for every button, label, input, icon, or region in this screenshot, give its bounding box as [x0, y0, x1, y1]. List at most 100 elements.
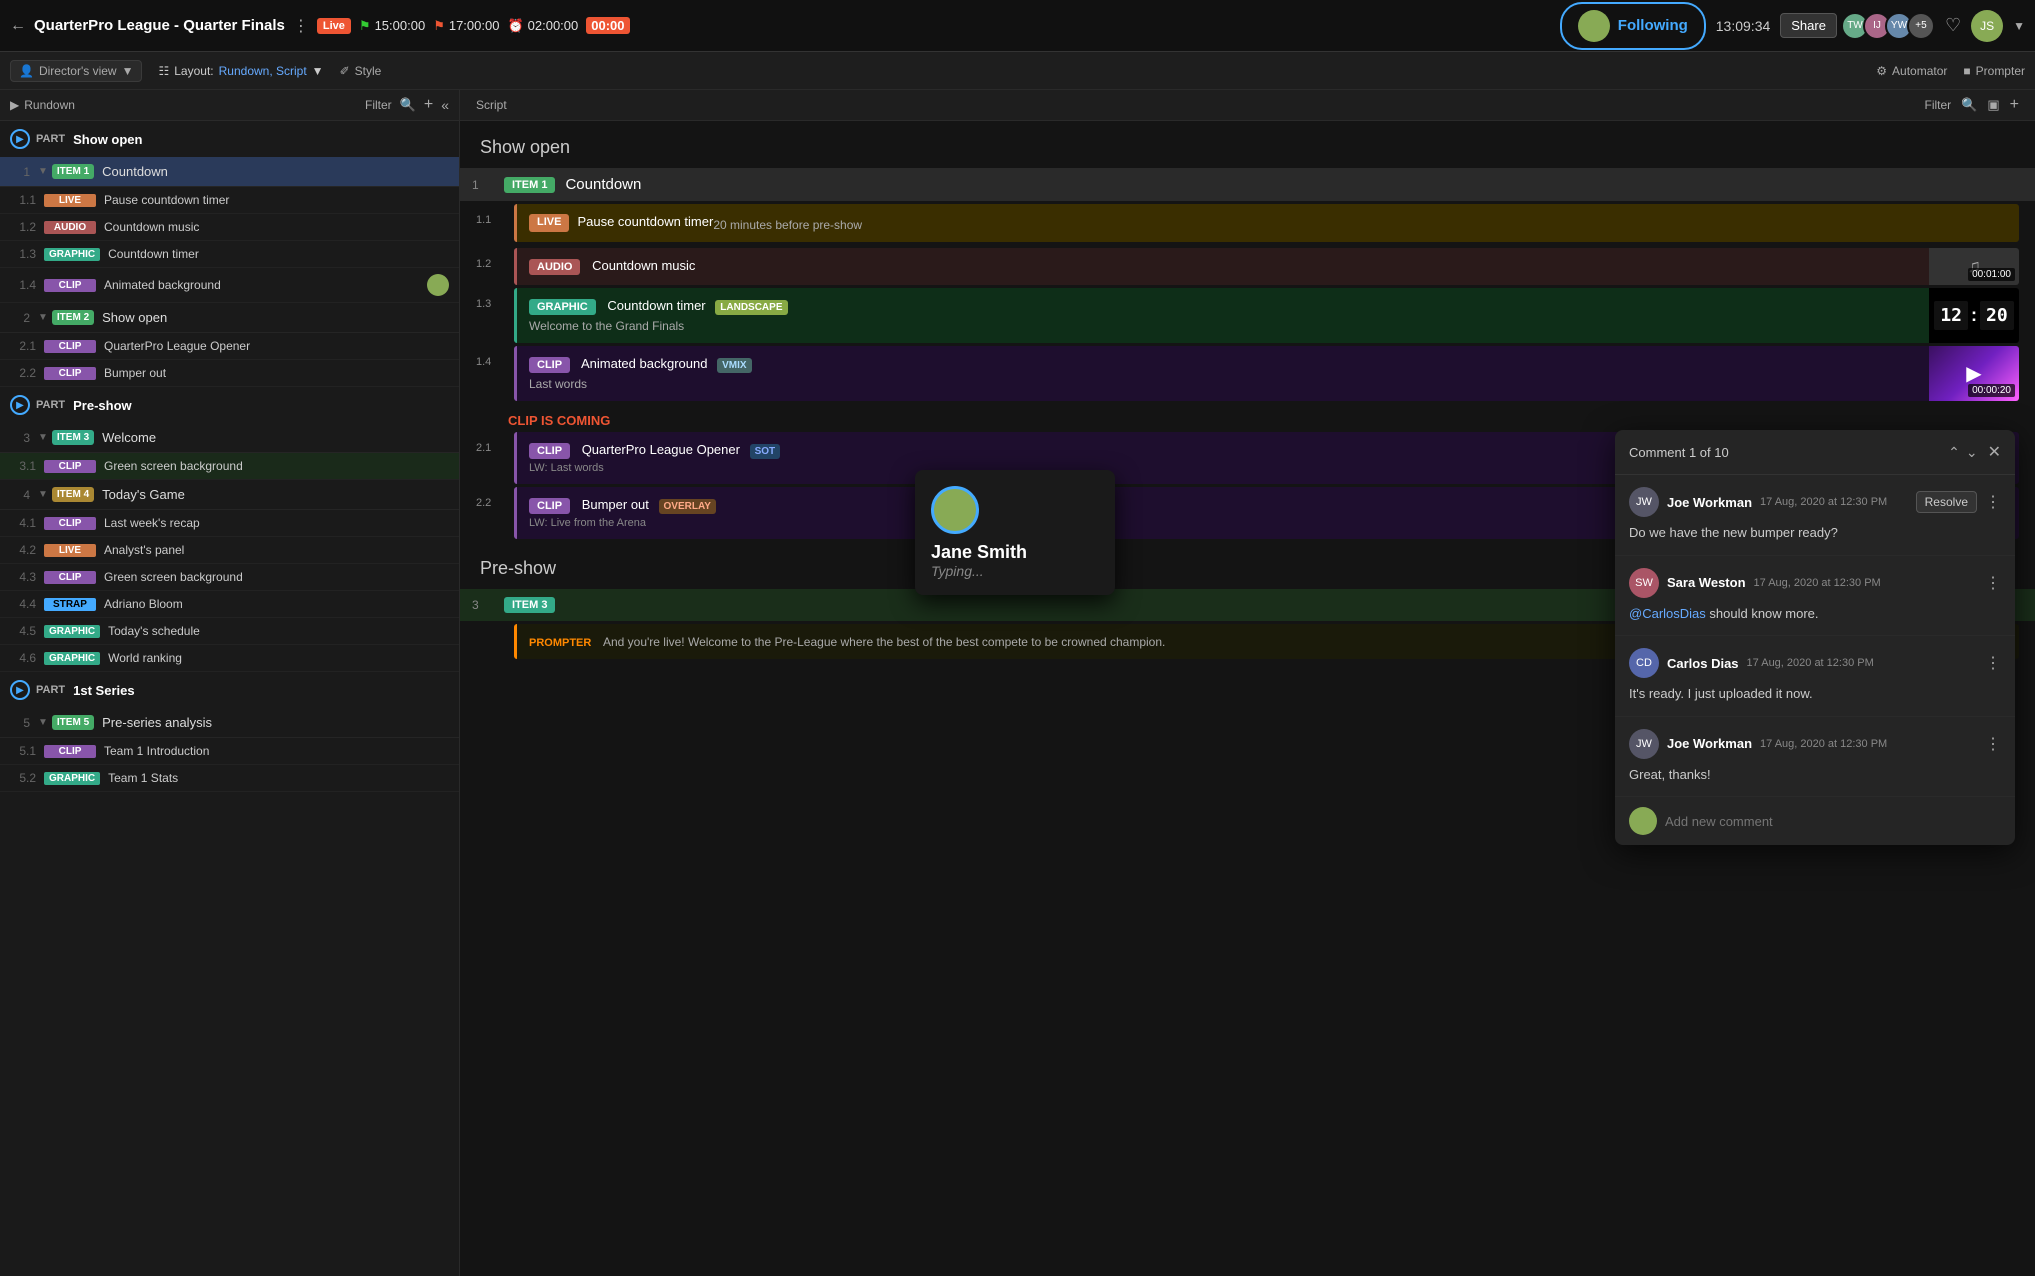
script-tag-clip-2-1: CLIP — [529, 443, 570, 459]
sub-row-4-3[interactable]: 4.3 CLIP Green screen background — [0, 564, 459, 591]
style-button[interactable]: ✐ Style — [340, 64, 382, 78]
user-avatar[interactable]: JS — [1971, 10, 2003, 42]
item-5-name: Pre-series analysis — [102, 715, 449, 730]
comment-author-3: Carlos Dias — [1667, 656, 1739, 671]
part-show-open: ▶ PART Show open — [0, 121, 459, 157]
comment-entry-1: JW Joe Workman 17 Aug, 2020 at 12:30 PM … — [1615, 475, 2015, 556]
sub-row-5-1[interactable]: 5.1 CLIP Team 1 Introduction — [0, 738, 459, 765]
search-icon[interactable]: 🔍 — [400, 97, 416, 113]
comment-more-icon-1[interactable]: ⋮ — [1985, 492, 2001, 512]
more-options-icon[interactable]: ⋮ — [293, 16, 309, 36]
share-button[interactable]: Share — [1780, 13, 1837, 38]
sub-num-2-1: 2.1 — [16, 339, 44, 353]
automator-icon: ⚙ — [1876, 64, 1887, 78]
sub-num-5-1: 5.1 — [16, 744, 44, 758]
sub-row-2-2[interactable]: 2.2 CLIP Bumper out — [0, 360, 459, 387]
row-num-4: 4 — [10, 488, 38, 502]
timer-red: ⚑ 17:00:00 — [433, 18, 499, 34]
row-num-2: 2 — [10, 311, 38, 325]
comment-icon[interactable]: ▣ — [1987, 97, 1999, 113]
sub-row-1-2[interactable]: 1.2 AUDIO Countdown music — [0, 214, 459, 241]
script-sub-block-1-2[interactable]: AUDIO Countdown music ♫ 00:01:00 — [514, 248, 2019, 285]
back-arrow-icon[interactable]: ← — [10, 17, 26, 35]
layout-button[interactable]: ☷ Layout: Rundown, Script ▼ — [158, 64, 323, 78]
sub-row-1-3[interactable]: 1.3 GRAPHIC Countdown timer — [0, 241, 459, 268]
following-button[interactable]: Following — [1560, 2, 1706, 50]
sub-row-4-2[interactable]: 4.2 LIVE Analyst's panel — [0, 537, 459, 564]
filter-script-label[interactable]: Filter — [1925, 98, 1952, 112]
script-tag-live-1-1: LIVE — [529, 214, 569, 232]
avatar-count: +5 — [1907, 12, 1935, 40]
prompter-button[interactable]: ■ Prompter — [1963, 64, 2025, 78]
collapse-panel-icon[interactable]: « — [441, 97, 449, 113]
top-bar: ← QuarterPro League - Quarter Finals ⋮ L… — [0, 0, 2035, 52]
comment-entry-4: JW Joe Workman 17 Aug, 2020 at 12:30 PM … — [1615, 717, 2015, 798]
collapse-icon[interactable]: ▶ — [10, 98, 19, 112]
add-comment-input[interactable] — [1665, 814, 2001, 829]
comment-next-button[interactable]: ⌄ — [1966, 444, 1978, 461]
collapse-item-2-icon[interactable]: ▼ — [38, 312, 48, 323]
item-row-1[interactable]: 1 ▼ ITEM 1 Countdown — [0, 157, 459, 187]
item-row-2[interactable]: 2 ▼ ITEM 2 Show open — [0, 303, 459, 333]
comment-text-3: It's ready. I just uploaded it now. — [1629, 684, 2001, 704]
script-sub-block-1-1[interactable]: LIVE Pause countdown timer 20 minutes be… — [514, 204, 2019, 242]
script-sub-title-1-1: Pause countdown timer — [577, 214, 713, 232]
collapse-item-3-icon[interactable]: ▼ — [38, 432, 48, 443]
part-name: Show open — [73, 132, 142, 147]
top-bar-right: Following 13:09:34 Share TW IJ YW +5 ♡ J… — [1560, 2, 2025, 50]
comment-close-button[interactable]: ✕ — [1988, 442, 2001, 462]
clock-num-hours: 12 — [1934, 301, 1968, 330]
sub-name-3-1: Green screen background — [104, 459, 449, 473]
sub-row-5-2[interactable]: 5.2 GRAPHIC Team 1 Stats — [0, 765, 459, 792]
sub-tag-audio-1-2: AUDIO — [44, 221, 96, 234]
comment-prev-button[interactable]: ⌃ — [1948, 444, 1960, 461]
sub-tag-graphic-4-5: GRAPHIC — [44, 625, 100, 638]
add-icon[interactable]: + — [424, 96, 433, 114]
sub-name-2-1: QuarterPro League Opener — [104, 339, 449, 353]
sub-tag-clip-3-1: CLIP — [44, 460, 96, 473]
automator-button[interactable]: ⚙ Automator — [1876, 64, 1947, 78]
item-row-4[interactable]: 4 ▼ ITEM 4 Today's Game — [0, 480, 459, 510]
sub-num-4-2: 4.2 — [16, 543, 44, 557]
filter-label[interactable]: Filter — [365, 98, 392, 112]
item-row-5[interactable]: 5 ▼ ITEM 5 Pre-series analysis — [0, 708, 459, 738]
script-sub-num-1-1: 1.1 — [476, 204, 504, 226]
sub-tag-strap-4-4: STRAP — [44, 598, 96, 611]
search-script-icon[interactable]: 🔍 — [1961, 97, 1977, 113]
layout-chevron-icon: ▼ — [312, 64, 324, 78]
sub-tag-clip-5-1: CLIP — [44, 745, 96, 758]
script-sub-num-1-4: 1.4 — [476, 346, 504, 368]
script-sub-desc-1-4: Last words — [529, 377, 1917, 391]
item-row-3[interactable]: 3 ▼ ITEM 3 Welcome — [0, 423, 459, 453]
time-display: 13:09:34 — [1716, 18, 1771, 34]
sub-row-1-4[interactable]: 1.4 CLIP Animated background — [0, 268, 459, 303]
resolve-button[interactable]: Resolve — [1916, 491, 1977, 513]
timer-clock: ⏰ 02:00:00 — [507, 18, 578, 34]
comment-count: Comment 1 of 10 — [1629, 445, 1948, 460]
sub-row-4-1[interactable]: 4.1 CLIP Last week's recap — [0, 510, 459, 537]
user-menu-chevron-icon[interactable]: ▼ — [2013, 19, 2025, 33]
collapse-item-5-icon[interactable]: ▼ — [38, 717, 48, 728]
notifications-icon[interactable]: ♡ — [1945, 15, 1961, 36]
sub-row-3-1[interactable]: 3.1 CLIP Green screen background — [0, 453, 459, 480]
sub-row-2-1[interactable]: 2.1 CLIP QuarterPro League Opener — [0, 333, 459, 360]
sub-row-1-1[interactable]: 1.1 LIVE Pause countdown timer — [0, 187, 459, 214]
sub-row-4-6[interactable]: 4.6 GRAPHIC World ranking — [0, 645, 459, 672]
audio-thumb-1-2: ♫ 00:01:00 — [1929, 248, 2019, 285]
sub-num-1-3: 1.3 — [16, 247, 44, 261]
comment-more-icon-3[interactable]: ⋮ — [1985, 653, 2001, 673]
director-view-button[interactable]: 👤 Director's view ▼ — [10, 60, 142, 82]
collapse-item-4-icon[interactable]: ▼ — [38, 489, 48, 500]
comment-more-icon-4[interactable]: ⋮ — [1985, 734, 2001, 754]
comment-more-icon-2[interactable]: ⋮ — [1985, 573, 2001, 593]
collapse-item-1-icon[interactable]: ▼ — [38, 166, 48, 177]
script-sub-row-1-1: 1.1 LIVE Pause countdown timer 20 minute… — [476, 204, 2019, 245]
sub-row-4-5[interactable]: 4.5 GRAPHIC Today's schedule — [0, 618, 459, 645]
script-sub-desc-1-1: 20 minutes before pre-show — [713, 218, 862, 232]
sub-row-4-4[interactable]: 4.4 STRAP Adriano Bloom — [0, 591, 459, 618]
comment-time-3: 17 Aug, 2020 at 12:30 PM — [1747, 657, 1977, 669]
script-sub-block-1-3[interactable]: GRAPHIC Countdown timer LANDSCAPE Welcom… — [514, 288, 2019, 343]
sub-tag-clip-1-4: CLIP — [44, 279, 96, 292]
script-sub-block-1-4[interactable]: CLIP Animated background VMIX Last words… — [514, 346, 2019, 401]
add-script-icon[interactable]: + — [2010, 96, 2019, 114]
